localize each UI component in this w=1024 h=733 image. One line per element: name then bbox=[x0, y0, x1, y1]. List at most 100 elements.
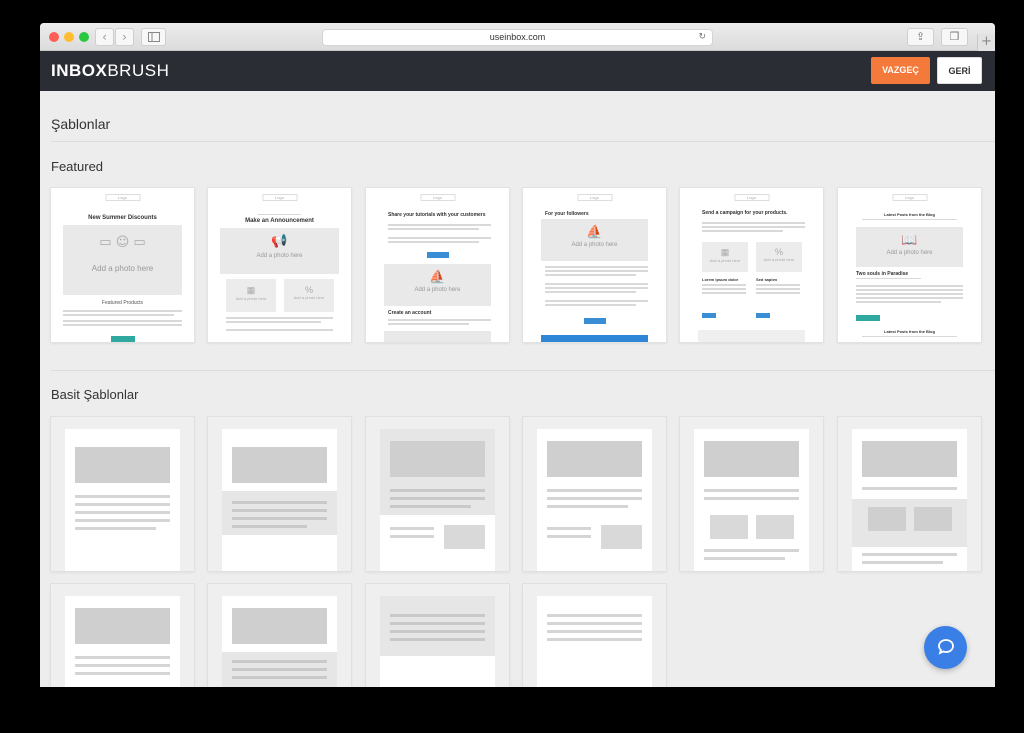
template-logo-placeholder: Logo bbox=[262, 194, 297, 201]
back-button[interactable]: GERİ bbox=[937, 57, 982, 84]
image-placeholder bbox=[710, 515, 748, 539]
text-line bbox=[232, 509, 327, 512]
template-title: Send a campaign for your products. bbox=[702, 210, 788, 216]
basic-template-card[interactable] bbox=[51, 417, 194, 571]
text-line bbox=[388, 224, 491, 226]
text-line bbox=[390, 527, 434, 530]
maximize-window-icon[interactable] bbox=[79, 32, 89, 42]
text-line bbox=[388, 241, 479, 243]
image-placeholder bbox=[232, 447, 327, 483]
text-line bbox=[226, 317, 333, 319]
basic-template-card[interactable] bbox=[523, 417, 666, 571]
text-line bbox=[388, 237, 491, 239]
text-line bbox=[856, 293, 963, 295]
text-line bbox=[75, 511, 170, 514]
text-line bbox=[547, 535, 591, 538]
basic-template-card[interactable] bbox=[523, 584, 666, 687]
image-icon: ⛵ bbox=[429, 270, 446, 285]
page-title: Şablonlar bbox=[51, 116, 111, 132]
text-line bbox=[232, 660, 327, 663]
text-line bbox=[704, 489, 799, 492]
text-line bbox=[756, 284, 800, 286]
template-section-label: Featured Products bbox=[101, 300, 144, 306]
chat-bubble-icon bbox=[937, 639, 954, 655]
text-line bbox=[390, 497, 485, 500]
image-placeholder bbox=[232, 608, 327, 644]
featured-template-card[interactable]: Logo Latest Posts from the Blog 📖 Add a … bbox=[838, 188, 981, 342]
text-line bbox=[75, 656, 170, 659]
text-line bbox=[702, 226, 805, 228]
text-line bbox=[545, 266, 648, 268]
image-icon: ▦ bbox=[720, 247, 730, 257]
template-title: For your followers bbox=[545, 211, 589, 217]
reload-icon[interactable]: ↻ bbox=[698, 30, 706, 45]
photo-placeholder: 📢 Add a photo here bbox=[220, 228, 339, 274]
template-section-label: Create an account bbox=[388, 310, 432, 316]
content-band bbox=[380, 429, 495, 515]
text-line bbox=[232, 517, 327, 520]
text-line bbox=[232, 676, 327, 679]
image-placeholder bbox=[444, 525, 485, 549]
text-line bbox=[702, 230, 783, 232]
address-bar[interactable]: useinbox.com ↻ bbox=[322, 29, 713, 46]
cancel-button[interactable]: VAZGEÇ bbox=[871, 57, 930, 84]
text-line bbox=[547, 505, 628, 508]
browser-titlebar: ‹ › useinbox.com ↻ ⇪ ❐ + bbox=[40, 23, 995, 51]
text-line bbox=[390, 505, 471, 508]
text-line bbox=[756, 292, 800, 294]
image-placeholder bbox=[75, 447, 170, 483]
featured-template-card[interactable]: Logo For your followers ⛵ Add a photo he… bbox=[523, 188, 666, 342]
content-band bbox=[222, 652, 337, 687]
basic-template-card[interactable] bbox=[51, 584, 194, 687]
basic-template-card[interactable] bbox=[366, 584, 509, 687]
text-line bbox=[704, 557, 785, 560]
template-preview bbox=[852, 429, 967, 571]
basic-template-card[interactable] bbox=[366, 417, 509, 571]
image-placeholder bbox=[704, 441, 799, 477]
share-icon[interactable]: ⇪ bbox=[907, 28, 934, 46]
template-cta bbox=[756, 313, 770, 318]
text-line bbox=[862, 219, 957, 220]
basic-template-card[interactable] bbox=[208, 417, 351, 571]
column-title: Lorem ipsum dolor bbox=[702, 277, 739, 282]
template-preview bbox=[694, 429, 809, 571]
text-line bbox=[390, 630, 485, 633]
text-line bbox=[547, 527, 591, 530]
image-placeholder bbox=[601, 525, 642, 549]
help-chat-button[interactable] bbox=[924, 626, 967, 669]
photo-placeholder: ▭ ☺ ▭ Add a photo here bbox=[63, 225, 182, 295]
text-line bbox=[545, 291, 636, 293]
browser-forward-button[interactable]: › bbox=[115, 28, 134, 46]
template-logo-placeholder: Logo bbox=[105, 194, 140, 201]
featured-template-card[interactable]: Logo New Summer Discounts ▭ ☺ ▭ Add a ph… bbox=[51, 188, 194, 342]
text-line bbox=[63, 310, 182, 312]
text-line bbox=[390, 614, 485, 617]
text-line bbox=[856, 278, 921, 279]
featured-template-card[interactable]: Logo Make an Announcement 📢 Add a photo … bbox=[208, 188, 351, 342]
text-line bbox=[756, 288, 800, 290]
basic-template-card[interactable] bbox=[838, 417, 981, 571]
template-logo-placeholder: Logo bbox=[734, 194, 769, 201]
featured-template-card[interactable]: Logo Share your tutorials with your cust… bbox=[366, 188, 509, 342]
basic-template-card[interactable] bbox=[680, 417, 823, 571]
text-line bbox=[856, 285, 963, 287]
minimize-window-icon[interactable] bbox=[64, 32, 74, 42]
browser-back-button[interactable]: ‹ bbox=[95, 28, 114, 46]
template-title: Share your tutorials with your customers bbox=[388, 212, 486, 218]
image-icon: ▦ bbox=[246, 285, 256, 295]
sidebar-toggle-icon[interactable] bbox=[141, 28, 166, 46]
template-cta bbox=[110, 336, 135, 342]
close-window-icon[interactable] bbox=[49, 32, 59, 42]
featured-template-card[interactable]: Logo Send a campaign for your products. … bbox=[680, 188, 823, 342]
section-divider bbox=[51, 370, 995, 371]
address-bar-url: useinbox.com bbox=[489, 32, 546, 42]
basic-template-card[interactable] bbox=[208, 584, 351, 687]
photo-placeholder: ⛵ Add a photo here bbox=[384, 264, 491, 306]
photo-placeholder-small: ▦ Add a photo here bbox=[702, 242, 748, 272]
tab-overview-icon[interactable]: ❐ bbox=[941, 28, 968, 46]
template-preview bbox=[380, 429, 495, 571]
photo-placeholder: ⛵ Add a photo here bbox=[541, 219, 648, 261]
new-tab-button[interactable]: + bbox=[977, 34, 995, 51]
app-logo[interactable]: INBOXBRUSH bbox=[51, 61, 169, 81]
photo-placeholder-small: % Add a photo here bbox=[284, 279, 334, 312]
